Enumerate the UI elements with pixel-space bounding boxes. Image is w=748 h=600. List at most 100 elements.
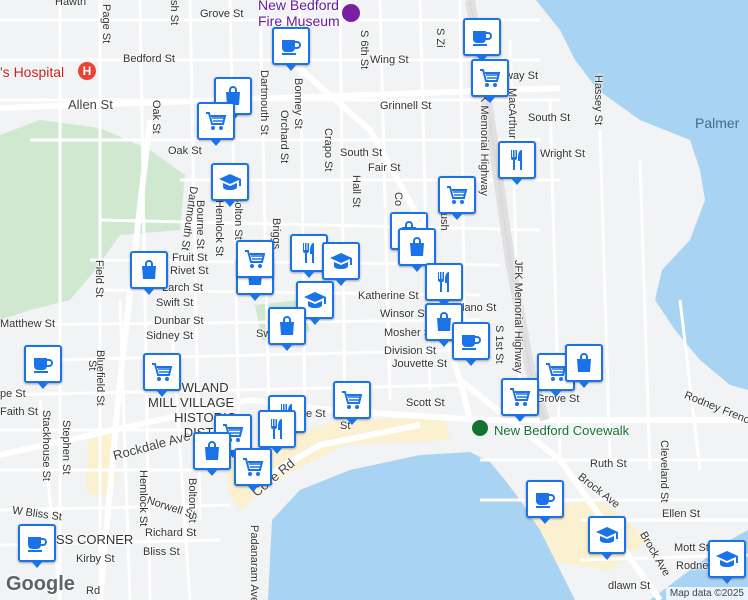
street-label: Stackhouse St <box>40 410 52 481</box>
map-pin-cafe[interactable] <box>452 322 490 366</box>
map-pin-cafe[interactable] <box>526 480 564 524</box>
map-pin-cafe[interactable] <box>463 18 501 62</box>
street-label: Orchard St <box>278 110 290 164</box>
street-label: Hassey St <box>592 75 604 126</box>
hospital-icon[interactable]: H <box>78 62 96 80</box>
street-label: Grove St <box>200 8 244 20</box>
map-pin-shopping-cart[interactable] <box>234 448 272 492</box>
street-label: Bliss St <box>143 546 180 558</box>
school-icon <box>303 288 327 312</box>
street-label: S Zi <box>434 28 446 48</box>
neighborhood-label: SS CORNER <box>56 532 134 547</box>
street-label: Grinnell St <box>380 100 432 112</box>
street-label: K Memorial Highway <box>478 95 490 196</box>
street-label: Bluefield St <box>94 350 106 406</box>
street-label: Bolton St <box>186 478 198 523</box>
street-label: Larch St <box>162 282 203 294</box>
cafe-icon <box>459 329 483 353</box>
map-pin-shopping-cart[interactable] <box>236 240 274 284</box>
restaurant-icon <box>432 270 456 294</box>
street-label: South St <box>528 112 571 124</box>
map-pin-shopping-cart[interactable] <box>197 102 235 146</box>
restaurant-icon <box>265 417 289 441</box>
map-pin-school[interactable] <box>708 540 746 584</box>
shopping-bag-icon <box>275 314 299 338</box>
map-pin-shopping-cart[interactable] <box>143 353 181 397</box>
street-label: lano St <box>462 302 497 314</box>
map-pin-restaurant[interactable] <box>258 410 296 454</box>
map-pin-school[interactable] <box>211 163 249 207</box>
map-pin-shopping-bag[interactable] <box>130 251 168 295</box>
street-label: St <box>86 360 98 371</box>
map-pin-cafe[interactable] <box>272 27 310 71</box>
street-label: Swift St <box>156 297 194 309</box>
shopping-cart-icon <box>150 360 174 384</box>
cafe-icon <box>533 487 557 511</box>
street-label: S 1st St <box>493 325 505 364</box>
map-pin-shopping-bag[interactable] <box>193 432 231 476</box>
map-pin-shopping-cart[interactable] <box>501 378 539 422</box>
street-label: Scott St <box>406 397 445 409</box>
street-label: Co <box>392 192 404 207</box>
cafe-icon <box>470 25 494 49</box>
street-label: Dunbar St <box>154 315 204 327</box>
shopping-cart-icon <box>478 66 502 90</box>
museum-icon[interactable] <box>342 4 360 22</box>
street-label: Page St <box>100 4 112 44</box>
street-label: Fair St <box>368 162 401 174</box>
street-label: Oak St <box>168 145 202 157</box>
street-label: Hemlock St <box>213 200 225 257</box>
map-pin-shopping-bag[interactable] <box>398 228 436 272</box>
map-pin-shopping-cart[interactable] <box>471 59 509 103</box>
shopping-cart-icon <box>243 247 267 271</box>
museum-label[interactable]: New Bedford Fire Museum <box>258 0 340 29</box>
street-label: Wing St <box>370 54 409 66</box>
street-label: e St <box>306 408 326 420</box>
map-attribution[interactable]: Map data ©2025 <box>665 587 748 600</box>
shopping-cart-icon <box>445 183 469 207</box>
street-label: pe St <box>0 388 26 400</box>
park-icon[interactable] <box>472 420 488 436</box>
map-canvas[interactable]: H Hawth Grove St Page St sh St Bedford S… <box>0 0 748 600</box>
street-label: Stephen St <box>60 420 72 475</box>
street-label: Hawth <box>55 0 87 8</box>
street-label: Crapo St <box>322 128 334 172</box>
map-pin-school[interactable] <box>588 516 626 560</box>
map-pin-shopping-cart[interactable] <box>333 381 371 425</box>
map-pin-cafe[interactable] <box>24 345 62 389</box>
hospital-label[interactable]: 's Hospital <box>0 64 64 80</box>
school-icon <box>329 249 353 273</box>
map-pin-restaurant[interactable] <box>498 141 536 185</box>
google-logo[interactable]: Google <box>6 573 75 596</box>
cafe-icon <box>25 531 49 555</box>
street-label: S 6th St <box>358 30 370 70</box>
street-label: Sidney St <box>146 330 194 342</box>
street-label: Wright St <box>540 148 586 160</box>
street-label: Mott St <box>674 542 709 554</box>
map-pin-shopping-cart[interactable] <box>438 176 476 220</box>
street-label: Oak St <box>150 100 162 134</box>
street-label: Bonney St <box>292 78 304 129</box>
map-pin-restaurant[interactable] <box>425 263 463 307</box>
street-label: Bourne St <box>194 200 206 249</box>
shopping-bag-icon <box>137 258 161 282</box>
shopping-bag-icon <box>572 351 596 375</box>
street-label: Hall St <box>350 175 362 208</box>
map-pin-cafe[interactable] <box>18 524 56 568</box>
school-icon <box>218 170 242 194</box>
school-icon <box>715 547 739 571</box>
cafe-icon <box>31 352 55 376</box>
street-label: Field St <box>93 260 105 298</box>
street-label: Ellen St <box>662 508 700 520</box>
street-label: JFK Memorial Highway <box>512 260 524 374</box>
covewalk-label[interactable]: New Bedford Covewalk <box>494 423 629 438</box>
street-label: South St <box>340 147 383 159</box>
map-pin-shopping-bag[interactable] <box>565 344 603 388</box>
street-label: Rivet St <box>170 265 209 277</box>
street-label: Allen St <box>68 97 113 112</box>
street-label: Katherine St <box>358 290 419 302</box>
street-label: Fruit St <box>172 252 208 264</box>
map-pin-school[interactable] <box>322 242 360 286</box>
school-icon <box>595 523 619 547</box>
map-pin-shopping-bag[interactable] <box>268 307 306 351</box>
